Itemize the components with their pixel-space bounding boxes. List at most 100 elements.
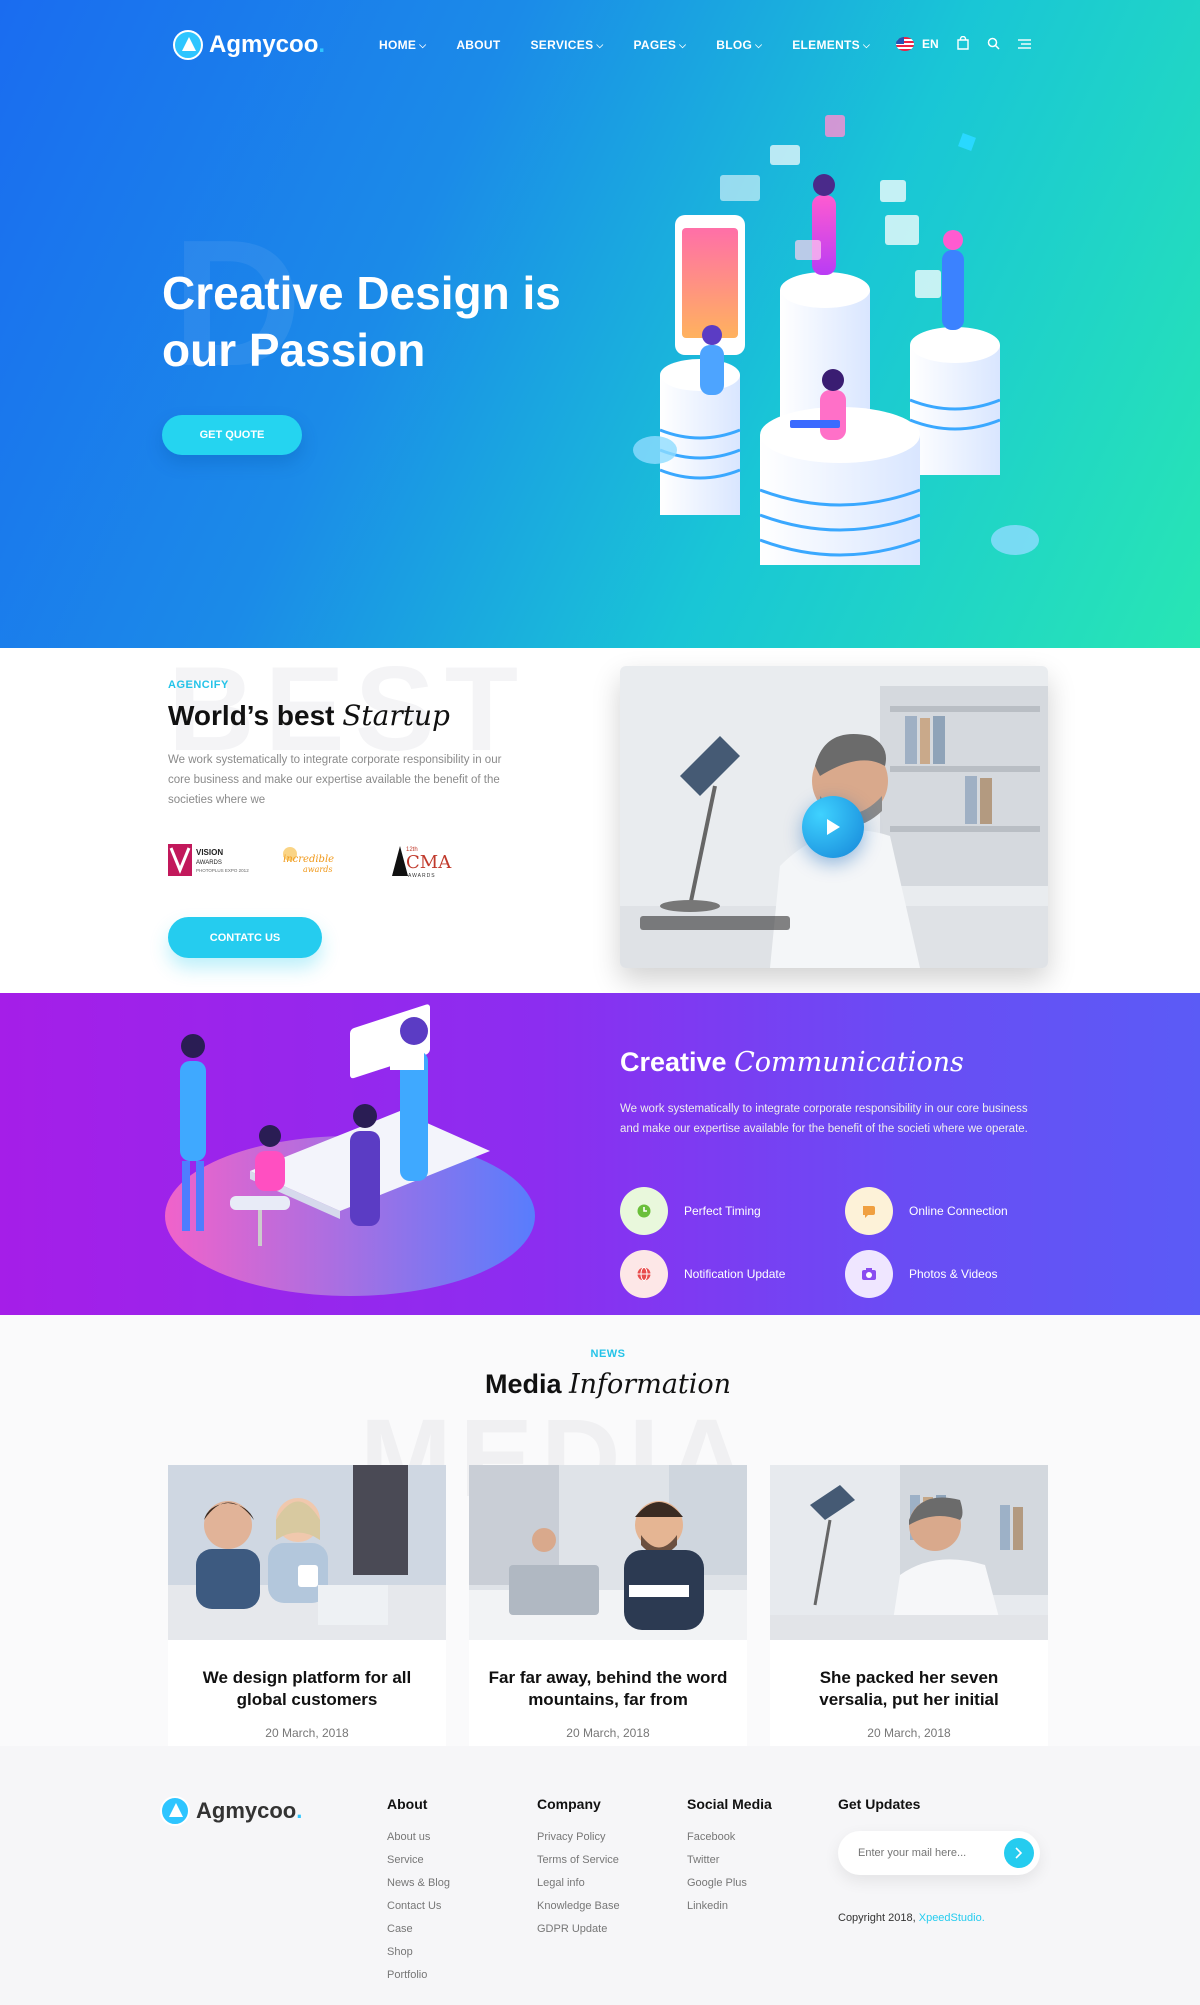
site-footer: Agmycoo. About About us Service News & B…	[0, 1746, 1200, 2005]
about-title: World’s best Startup	[168, 699, 450, 732]
news-eyebrow: NEWS	[590, 1348, 626, 1360]
nav-label: PAGES	[633, 38, 677, 52]
nav-item-home[interactable]: HOME ⌵	[379, 38, 426, 52]
about-title-plain: World’s best	[168, 700, 335, 731]
nav-item-services[interactable]: SERVICES ⌵	[531, 38, 604, 52]
news-card-date: 20 March, 2018	[566, 1726, 650, 1740]
hero-title-line2: our Passion	[162, 324, 426, 376]
nav-item-about[interactable]: ABOUT	[456, 38, 500, 52]
feature-label: Perfect Timing	[684, 1204, 761, 1218]
features-title-plain: Creative	[620, 1047, 727, 1077]
subscribe-button[interactable]	[1004, 1838, 1034, 1868]
footer-column-title: Social Media	[687, 1796, 772, 1812]
footer-column-about: About About us Service News & Blog Conta…	[387, 1796, 450, 1987]
nav-item-elements[interactable]: ELEMENTS ⌵	[792, 38, 870, 52]
award-cma-title: CMA	[406, 852, 452, 873]
camera-icon	[845, 1250, 893, 1298]
feature-online-connection: Online Connection	[845, 1187, 1008, 1235]
news-card-title[interactable]: Far far away, behind the word mountains,…	[469, 1667, 747, 1711]
footer-link[interactable]: News & Blog	[387, 1872, 450, 1895]
play-video-button[interactable]	[802, 796, 864, 858]
copyright-prefix: Copyright 2018,	[838, 1912, 916, 1924]
chevron-down-icon: ⌵	[863, 39, 871, 50]
email-input[interactable]	[858, 1847, 998, 1859]
search-icon[interactable]	[987, 37, 1000, 52]
footer-column-updates: Get Updates	[838, 1796, 920, 1826]
nav-tools: EN	[896, 35, 1031, 52]
feature-label: Notification Update	[684, 1267, 786, 1281]
hero-title: Creative Design is our Passion	[162, 265, 622, 379]
footer-link[interactable]: Shop	[387, 1941, 450, 1964]
newsletter-form	[838, 1831, 1040, 1875]
footer-link[interactable]: About us	[387, 1826, 450, 1849]
incredible-awards-logo: incredible awards	[283, 847, 334, 874]
footer-link[interactable]: GDPR Update	[537, 1918, 620, 1941]
awards-logos: VISION AWARDS PHOTOPLUS EXPO 2012 incred…	[168, 844, 452, 879]
news-title-italic: Information	[569, 1369, 732, 1400]
isometric-vr-team-illustration	[633, 115, 1039, 565]
feature-perfect-timing: Perfect Timing	[620, 1187, 761, 1235]
footer-link[interactable]: Knowledge Base	[537, 1895, 620, 1918]
award-vision-title: VISION	[196, 848, 223, 857]
language-selector[interactable]: EN	[896, 37, 939, 51]
award-vision-line: PHOTOPLUS EXPO 2012	[196, 868, 249, 873]
hero-title-line1: Creative Design is	[162, 267, 561, 319]
chevron-down-icon: ⌵	[755, 39, 763, 50]
footer-link[interactable]: Google Plus	[687, 1872, 772, 1895]
features-title: Creative Communications	[620, 1047, 964, 1078]
clock-icon	[620, 1187, 668, 1235]
shopping-bag-icon[interactable]	[956, 35, 969, 52]
footer-link[interactable]: Twitter	[687, 1849, 772, 1872]
copyright-brand-link[interactable]: XpeedStudio.	[919, 1912, 985, 1924]
footer-link[interactable]: Linkedin	[687, 1895, 772, 1918]
chevron-down-icon: ⌵	[596, 39, 604, 50]
nav-label: HOME	[379, 38, 417, 52]
brand-logo[interactable]: Agmycoo.	[173, 30, 325, 60]
play-icon	[827, 819, 840, 835]
award-vision-sub: AWARDS	[196, 860, 222, 866]
nav-label: BLOG	[716, 38, 753, 52]
footer-brand-logo[interactable]: Agmycoo.	[160, 1796, 302, 1826]
news-card[interactable]: We design platform for all global custom…	[168, 1465, 446, 1746]
main-navigation: Agmycoo. HOME ⌵ ABOUT SERVICES ⌵ PAGES ⌵ BL…	[0, 0, 1200, 90]
brand-dot: .	[318, 31, 326, 58]
copyright-text: Copyright 2018, XpeedStudio.	[838, 1912, 985, 1924]
nav-label: ABOUT	[456, 38, 501, 52]
hero-section: D Agmycoo. HOME ⌵ ABOUT SERVICES ⌵ PAGES ⌵ …	[0, 0, 1200, 648]
footer-brand-name: Agmycoo	[196, 1798, 297, 1823]
news-card-date: 20 March, 2018	[265, 1726, 349, 1740]
news-card-title[interactable]: She packed her seven versalia, put her i…	[770, 1667, 1048, 1711]
news-card[interactable]: Far far away, behind the word mountains,…	[469, 1465, 747, 1746]
nav-menu: HOME ⌵ ABOUT SERVICES ⌵ PAGES ⌵ BLOG ⌵ ELEME…	[379, 38, 870, 52]
chevron-down-icon: ⌵	[419, 39, 427, 50]
us-flag-icon	[896, 37, 914, 51]
features-description: We work systematically to integrate corp…	[620, 1103, 1028, 1135]
award-incredible-title: incredible	[283, 854, 334, 865]
about-description: We work systematically to integrate corp…	[168, 754, 502, 806]
footer-link[interactable]: Facebook	[687, 1826, 772, 1849]
nav-item-blog[interactable]: BLOG ⌵	[716, 38, 762, 52]
footer-link[interactable]: Terms of Service	[537, 1849, 620, 1872]
contact-us-button[interactable]: CONTATC US	[168, 917, 322, 958]
news-card-image	[770, 1465, 1048, 1640]
nav-item-pages[interactable]: PAGES ⌵	[634, 38, 687, 52]
chat-icon	[845, 1187, 893, 1235]
footer-link[interactable]: Contact Us	[387, 1895, 450, 1918]
news-card-title[interactable]: We design platform for all global custom…	[168, 1667, 446, 1711]
news-card-image	[469, 1465, 747, 1640]
get-quote-button[interactable]: GET QUOTE	[162, 415, 302, 455]
footer-link[interactable]: Portfolio	[387, 1964, 450, 1987]
footer-link[interactable]: Privacy Policy	[537, 1826, 620, 1849]
news-card-image	[168, 1465, 446, 1640]
hamburger-menu-icon[interactable]	[1017, 37, 1031, 51]
about-eyebrow: AGENCIFY	[168, 679, 229, 691]
news-section: MEDIA NEWS Media Information We design p…	[0, 1315, 1200, 1746]
footer-link[interactable]: Case	[387, 1918, 450, 1941]
chevron-right-icon	[1015, 1847, 1023, 1859]
cma-awards-logo: 12th CMA AWARDS	[392, 846, 452, 879]
footer-link[interactable]: Service	[387, 1849, 450, 1872]
about-title-italic: Startup	[342, 699, 450, 732]
news-card[interactable]: She packed her seven versalia, put her i…	[770, 1465, 1048, 1746]
footer-link[interactable]: Legal info	[537, 1872, 620, 1895]
brand-name: Agmycoo	[209, 31, 319, 58]
